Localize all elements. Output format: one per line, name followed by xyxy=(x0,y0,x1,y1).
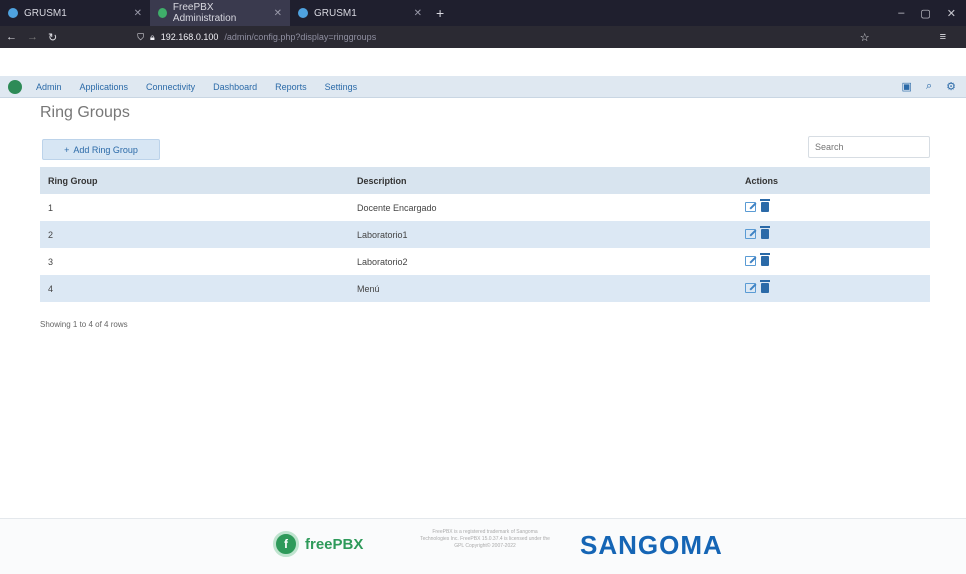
tab-close-icon[interactable]: ✕ xyxy=(134,8,142,19)
tab-favicon-icon xyxy=(8,8,18,18)
freepbx-logo-icon: f xyxy=(273,531,299,557)
edit-icon[interactable] xyxy=(745,255,756,266)
back-arrow-icon[interactable]: ← xyxy=(6,31,17,43)
nav-item-applications[interactable]: Applications xyxy=(80,82,129,92)
url-host: 192.168.0.100 xyxy=(160,32,219,42)
nav-item-reports[interactable]: Reports xyxy=(275,82,307,92)
nav-item-admin[interactable]: Admin xyxy=(36,82,62,92)
trash-icon[interactable] xyxy=(760,279,770,293)
add-ring-group-button[interactable]: + Add Ring Group xyxy=(42,139,160,160)
app-nav-bar: Admin Applications Connectivity Dashboar… xyxy=(0,76,966,98)
browser-tab-3[interactable]: GRUSM1 ✕ xyxy=(290,0,430,26)
lock-icon: 🔒︎ xyxy=(149,31,155,42)
star-icon[interactable]: ☆ xyxy=(860,31,870,44)
trash-icon[interactable] xyxy=(760,198,770,212)
table-row: 4 Menú xyxy=(40,275,930,302)
window-controls: – ▢ ✕ xyxy=(898,7,966,20)
new-tab-button[interactable]: + xyxy=(430,5,450,21)
add-button-label: Add Ring Group xyxy=(73,144,138,155)
apply-config-icon[interactable]: ▣ xyxy=(902,80,912,93)
page-footer: f freePBX FreePBX is a registered tradem… xyxy=(0,518,966,574)
pagination-info: Showing 1 to 4 of 4 rows xyxy=(40,320,128,329)
freepbx-wordmark: freePBX xyxy=(305,535,364,553)
page-title: Ring Groups xyxy=(40,104,130,121)
actions-cell xyxy=(735,221,930,248)
browser-tab-2[interactable]: FreePBX Administration ✕ xyxy=(150,0,290,26)
ring-group-id: 4 xyxy=(40,275,345,302)
ring-group-description: Docente Encargado xyxy=(357,202,437,213)
url-path: /admin/config.php?display=ringgroups xyxy=(224,32,377,42)
nav-item-connectivity[interactable]: Connectivity xyxy=(146,82,195,92)
table-header-row: Ring Group Description Actions xyxy=(40,167,930,194)
ring-group-description: Menú xyxy=(345,275,735,302)
column-header-actions: Actions xyxy=(735,167,930,194)
tab-label: GRUSM1 xyxy=(24,7,67,19)
maximize-button[interactable]: ▢ xyxy=(920,7,930,20)
tab-close-icon[interactable]: ✕ xyxy=(274,8,282,19)
tab-label: FreePBX Administration xyxy=(172,2,237,24)
trash-icon[interactable] xyxy=(760,225,770,239)
reload-icon[interactable]: ↻ xyxy=(48,31,57,44)
browser-tab-1[interactable]: GRUSM1 ✕ xyxy=(0,0,150,26)
ring-group-description: Laboratorio1 xyxy=(345,221,735,248)
close-window-button[interactable]: ✕ xyxy=(947,7,956,20)
trash-icon[interactable] xyxy=(760,252,770,266)
menu-icon[interactable]: ≡ xyxy=(940,31,946,43)
freepbx-logo-icon[interactable] xyxy=(8,79,22,94)
browser-toolbar: ← → ↻ ⛉ 🔒︎ 192.168.0.100/admin/config.ph… xyxy=(0,26,966,48)
edit-icon[interactable] xyxy=(745,228,756,239)
freepbx-logo[interactable]: f freePBX xyxy=(273,531,363,557)
minimize-button[interactable]: – xyxy=(898,7,904,20)
nav-item-dashboard[interactable]: Dashboard xyxy=(213,82,257,92)
forward-arrow-icon[interactable]: → xyxy=(27,31,38,43)
edit-icon[interactable] xyxy=(745,201,756,212)
ring-group-id: 2 xyxy=(40,221,345,248)
tab-favicon-icon xyxy=(298,8,308,18)
edit-icon[interactable] xyxy=(745,282,756,293)
tab-label: GRUSM1 xyxy=(314,7,357,19)
table-row: 1 Docente Encargado xyxy=(40,194,930,221)
address-bar[interactable]: ⛉ 🔒︎ 192.168.0.100/admin/config.php?disp… xyxy=(137,32,376,43)
ring-group-id: 1 xyxy=(48,202,54,213)
legal-text: FreePBX is a registered trademark of San… xyxy=(420,529,550,549)
ring-group-description: Laboratorio2 xyxy=(357,256,408,267)
search-input[interactable] xyxy=(808,136,930,158)
actions-cell xyxy=(735,275,930,302)
search-icon[interactable]: ⌕ xyxy=(926,80,932,93)
sangoma-logo[interactable]: SANGOMA xyxy=(580,530,723,561)
table-row: 2 Laboratorio1 xyxy=(40,221,930,248)
ring-group-id: 3 xyxy=(48,256,54,267)
shield-icon: ⛉ xyxy=(137,31,144,42)
actions-cell xyxy=(735,194,930,221)
plus-icon: + xyxy=(64,144,70,155)
table-row: 3 Laboratorio2 xyxy=(40,248,930,275)
column-header-ring-group[interactable]: Ring Group xyxy=(40,167,345,194)
nav-item-settings[interactable]: Settings xyxy=(325,82,358,92)
tab-close-icon[interactable]: ✕ xyxy=(414,8,422,19)
gear-icon[interactable]: ⚙ xyxy=(946,80,956,93)
browser-tab-bar: GRUSM1 ✕ FreePBX Administration ✕ GRUSM1… xyxy=(0,0,966,26)
tab-favicon-icon xyxy=(158,8,167,18)
actions-cell xyxy=(735,248,930,275)
column-header-description[interactable]: Description xyxy=(345,167,735,194)
ring-groups-table: Ring Group Description Actions 1 Docente… xyxy=(40,167,930,302)
